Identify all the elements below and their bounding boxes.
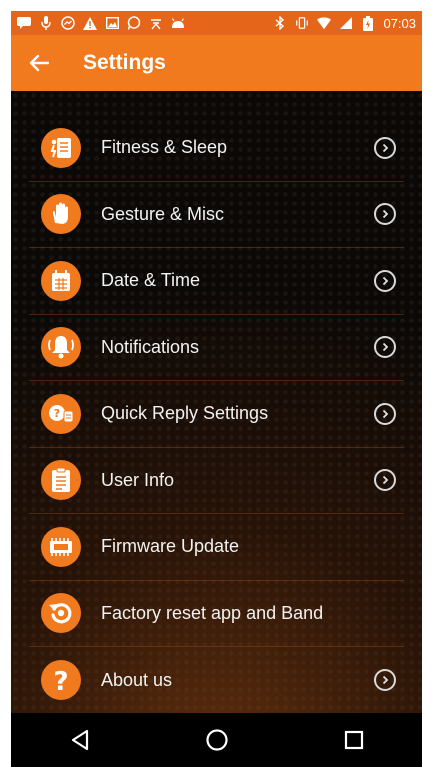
back-button[interactable] [25,49,53,77]
status-system: 07:03 [273,15,416,31]
settings-item-date-time[interactable]: Date & Time [29,248,404,315]
settings-item-factory-reset[interactable]: Factory reset app and Band [29,581,404,647]
settings-item-label: Firmware Update [101,536,240,557]
settings-content: Fitness & Sleep Gesture & Misc Date & Ti… [11,91,422,713]
vibrate-icon [295,16,309,30]
status-time: 07:03 [383,15,416,31]
phone-screen: 07:03 Settings Fitness & Sleep Gesture &… [11,11,422,767]
battery-icon [361,15,375,31]
chevron-right-icon [374,203,396,226]
chevron-right-icon [374,336,396,359]
question-icon: ? [41,660,81,701]
settings-list: Fitness & Sleep Gesture & Misc Date & Ti… [29,115,404,714]
image-icon [105,16,119,30]
wifi-icon [317,16,332,30]
home-icon [205,729,228,751]
recents-icon [344,730,363,750]
nav-home-button[interactable] [197,720,237,760]
chevron-right-icon [374,136,396,159]
clipboard-icon [41,460,81,501]
nav-back-button[interactable] [60,720,100,760]
settings-item-label: Quick Reply Settings [101,403,269,424]
reset-icon [41,593,81,634]
settings-item-quick-reply[interactable]: ? Quick Reply Settings [29,381,404,448]
settings-item-label: Factory reset app and Band [101,602,324,623]
settings-item-fitness-sleep[interactable]: Fitness & Sleep [29,115,404,182]
settings-item-label: Gesture & Misc [101,203,225,224]
svg-text:?: ? [54,407,60,420]
cell-signal-icon [339,16,353,30]
settings-item-firmware-update[interactable]: Firmware Update [29,514,404,581]
android-icon [171,16,185,30]
message-icon [17,16,31,30]
navigation-bar [11,713,422,767]
status-bar: 07:03 [11,11,422,35]
bell-icon [41,327,81,368]
settings-item-label: About us [101,669,173,690]
arrow-left-icon [29,54,49,72]
chevron-right-icon [374,402,396,425]
nav-recents-button[interactable] [334,720,374,760]
fitness-icon [41,127,81,168]
status-notifications [17,16,185,30]
bluetooth-icon [273,16,287,30]
settings-item-about-us[interactable]: ? About us [29,647,404,714]
messenger-icon [61,16,75,30]
quick-reply-icon: ? [41,393,81,434]
settings-item-notifications[interactable]: Notifications [29,315,404,381]
settings-item-user-info[interactable]: User Info [29,448,404,514]
mic-icon [39,16,53,30]
back-icon [71,729,88,751]
nosignal-icon [149,16,163,30]
page-title: Settings [83,51,166,74]
chip-icon [41,526,81,567]
calendar-icon [41,260,81,301]
settings-item-label: Fitness & Sleep [101,137,228,158]
app-bar: Settings [11,35,422,91]
settings-item-label: Date & Time [101,270,201,291]
settings-item-label: User Info [101,469,175,490]
chevron-right-icon [374,469,396,492]
chevron-right-icon [374,669,396,692]
gesture-icon [41,194,81,235]
settings-item-gesture-misc[interactable]: Gesture & Misc [29,182,404,248]
settings-item-label: Notifications [101,336,200,357]
svg-text:?: ? [53,667,68,694]
whatsapp-icon [127,16,141,30]
chevron-right-icon [374,269,396,292]
warning-icon [83,16,97,30]
